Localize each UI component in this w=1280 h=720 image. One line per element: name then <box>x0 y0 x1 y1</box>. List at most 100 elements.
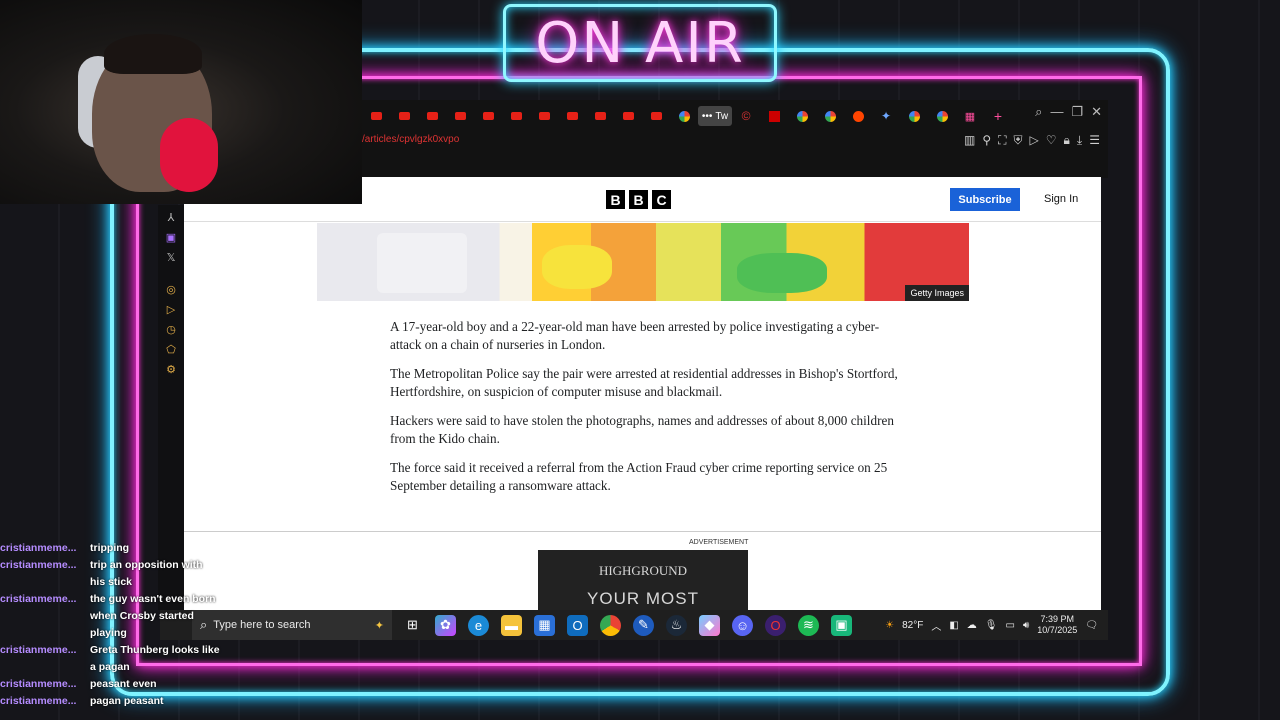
heart-icon[interactable]: ♡ <box>1046 133 1057 148</box>
extensions-icon[interactable]: ⬠ <box>166 343 176 356</box>
copilot-app-icon[interactable]: ◆ <box>699 614 720 636</box>
network-icon[interactable]: ▭ <box>1005 620 1014 631</box>
sign-in-link[interactable]: Sign In <box>1044 193 1078 205</box>
tab-youtube-4[interactable] <box>446 106 474 126</box>
tab-reddit[interactable] <box>844 106 872 126</box>
browser-window: ••• Tw © ✦ ▦ + ⌕ — ❐ ✕ /articles/cpvlgzk… <box>362 100 1108 178</box>
menu-icon[interactable]: ☰ <box>1089 133 1100 148</box>
chat-app-icon[interactable]: ▣ <box>831 614 852 636</box>
tab-youtube-2[interactable] <box>390 106 418 126</box>
tab-red[interactable] <box>760 106 788 126</box>
tab-youtube-7[interactable] <box>530 106 558 126</box>
notifications-icon[interactable]: 🗨︎ <box>1085 620 1098 631</box>
chat-message: cristianmeme... Greta Thunberg looks lik… <box>0 642 240 676</box>
taskbar-apps: ⊞ ✿ e ▬ ▦ O ✎ ♨ ◆ ☺ O ≋ ▣ <box>402 614 852 636</box>
player-icon[interactable]: ◎ <box>166 283 176 296</box>
task-view-icon[interactable]: ⊞ <box>402 615 423 636</box>
tab-google-2[interactable] <box>788 106 816 126</box>
tab-google-4[interactable] <box>900 106 928 126</box>
sparkle-icon: ✦ <box>880 109 892 123</box>
volume-icon[interactable]: 🔊︎ <box>1023 620 1029 631</box>
tab-gemini[interactable]: ✦ <box>872 106 900 126</box>
tab-grid[interactable]: ▦ <box>956 106 984 126</box>
send-icon[interactable]: ▷ <box>167 303 175 316</box>
copilot-icon[interactable]: ✿ <box>435 614 456 636</box>
weather-temp[interactable]: 82°F <box>902 620 923 631</box>
discord-icon[interactable]: ☺ <box>732 614 753 636</box>
tab-youtube-11[interactable] <box>642 106 670 126</box>
clock-date: 10/7/2025 <box>1037 625 1078 635</box>
search-tabs-icon[interactable]: ⌕ <box>1035 104 1042 120</box>
chrome-icon[interactable] <box>600 614 621 636</box>
address-bar[interactable]: /articles/cpvlgzk0xvpo <box>362 134 459 150</box>
play-icon[interactable]: ▷ <box>1030 133 1039 148</box>
tab-youtube-8[interactable] <box>558 106 586 126</box>
store-icon[interactable]: ▦ <box>534 614 555 636</box>
outlook-icon[interactable]: O <box>567 614 588 636</box>
onedrive-icon[interactable]: ☁ <box>967 620 977 631</box>
ad-brand: HIGHGROUND <box>598 563 688 578</box>
youtube-icon <box>398 112 410 120</box>
article-paragraph: The force said it received a referral fr… <box>390 460 888 493</box>
on-air-text: ON AIR <box>535 10 745 76</box>
advertisement[interactable]: HIGHGROUND YOUR MOST <box>538 550 748 610</box>
shield-icon[interactable]: ⛨ <box>1014 133 1023 148</box>
image-credit: Getty Images <box>905 285 969 301</box>
chat-message: cristianmeme... pagan peasant <box>0 693 240 710</box>
toy-block-yellow <box>542 245 612 289</box>
aria-icon[interactable]: ⅄ <box>168 211 175 224</box>
opera-icon[interactable]: O <box>765 614 786 636</box>
tab-youtube-5[interactable] <box>474 106 502 126</box>
edge-icon[interactable]: e <box>468 614 489 636</box>
tab-youtube-9[interactable] <box>586 106 614 126</box>
google-icon <box>678 110 690 122</box>
article-paragraph: The Metropolitan Police say the pair wer… <box>390 366 898 399</box>
chevron-up-icon[interactable]: ︿ <box>931 618 941 633</box>
tab-active[interactable]: ••• Tw <box>698 106 732 126</box>
reader-icon[interactable]: ▥ <box>964 133 975 148</box>
tab-copyright-icon-tab[interactable]: © <box>732 106 760 126</box>
subscribe-button[interactable]: Subscribe <box>950 188 1020 211</box>
chat-message: cristianmeme... the guy wasn't even born… <box>0 591 240 642</box>
pin-app-icon[interactable]: ✎ <box>633 614 654 636</box>
file-explorer-icon[interactable]: ▬ <box>501 614 522 636</box>
tab-dots-icon: ••• <box>701 110 713 122</box>
download-icon[interactable]: ⤓ <box>1077 133 1082 148</box>
history-icon[interactable]: ◷ <box>166 323 176 336</box>
screenshot-icon[interactable]: ⛶ <box>998 133 1006 148</box>
tab-youtube-10[interactable] <box>614 106 642 126</box>
steam-icon[interactable]: ♨ <box>666 614 687 636</box>
tab-youtube-1[interactable] <box>362 106 390 126</box>
tab-strip: ••• Tw © ✦ ▦ + <box>362 104 1108 128</box>
toy-block-white <box>377 233 467 293</box>
twitch-icon[interactable]: ▣ <box>166 231 176 244</box>
close-icon[interactable]: ✕ <box>1091 104 1102 120</box>
x-icon[interactable]: 𝕏 <box>167 251 176 264</box>
minimize-icon[interactable]: — <box>1050 104 1063 120</box>
tab-google-5[interactable] <box>928 106 956 126</box>
tab-google-1[interactable] <box>670 106 698 126</box>
youtube-icon <box>622 112 634 120</box>
ad-label: ADVERTISEMENT <box>689 539 749 546</box>
bbc-logo[interactable]: B B C <box>606 190 671 209</box>
taskbar: ⌕ Type here to search ✦ ⊞ ✿ e ▬ ▦ O ✎ ♨ … <box>160 610 1108 640</box>
toy-block-green <box>737 253 827 293</box>
youtube-icon <box>510 112 522 120</box>
tab-youtube-3[interactable] <box>418 106 446 126</box>
chat-text: peasant even <box>90 678 157 690</box>
tab-google-3[interactable] <box>816 106 844 126</box>
chat-text: the guy wasn't even born when Crosby sta… <box>90 593 216 639</box>
youtube-icon <box>650 112 662 120</box>
clock[interactable]: 7:39 PM 10/7/2025 <box>1037 614 1077 636</box>
system-tray: ☀ 82°F ︿ ◧ ☁ 🎙︎ ▭ 🔊︎ 7:39 PM 10/7/2025 🗨… <box>885 610 1098 640</box>
lock-icon[interactable]: 🔒︎ <box>1064 133 1070 148</box>
new-tab-button[interactable]: + <box>984 106 1012 126</box>
pin-icon[interactable]: ⚲ <box>982 133 991 148</box>
restore-icon[interactable]: ❐ <box>1071 104 1083 120</box>
microphone-icon[interactable]: 🎙︎ <box>985 620 998 631</box>
spotify-icon[interactable]: ≋ <box>798 614 819 636</box>
tray-app-icon[interactable]: ◧ <box>949 620 958 631</box>
tab-youtube-6[interactable] <box>502 106 530 126</box>
settings-icon[interactable]: ⚙ <box>166 363 176 376</box>
on-air-sign: ON AIR <box>503 4 777 82</box>
